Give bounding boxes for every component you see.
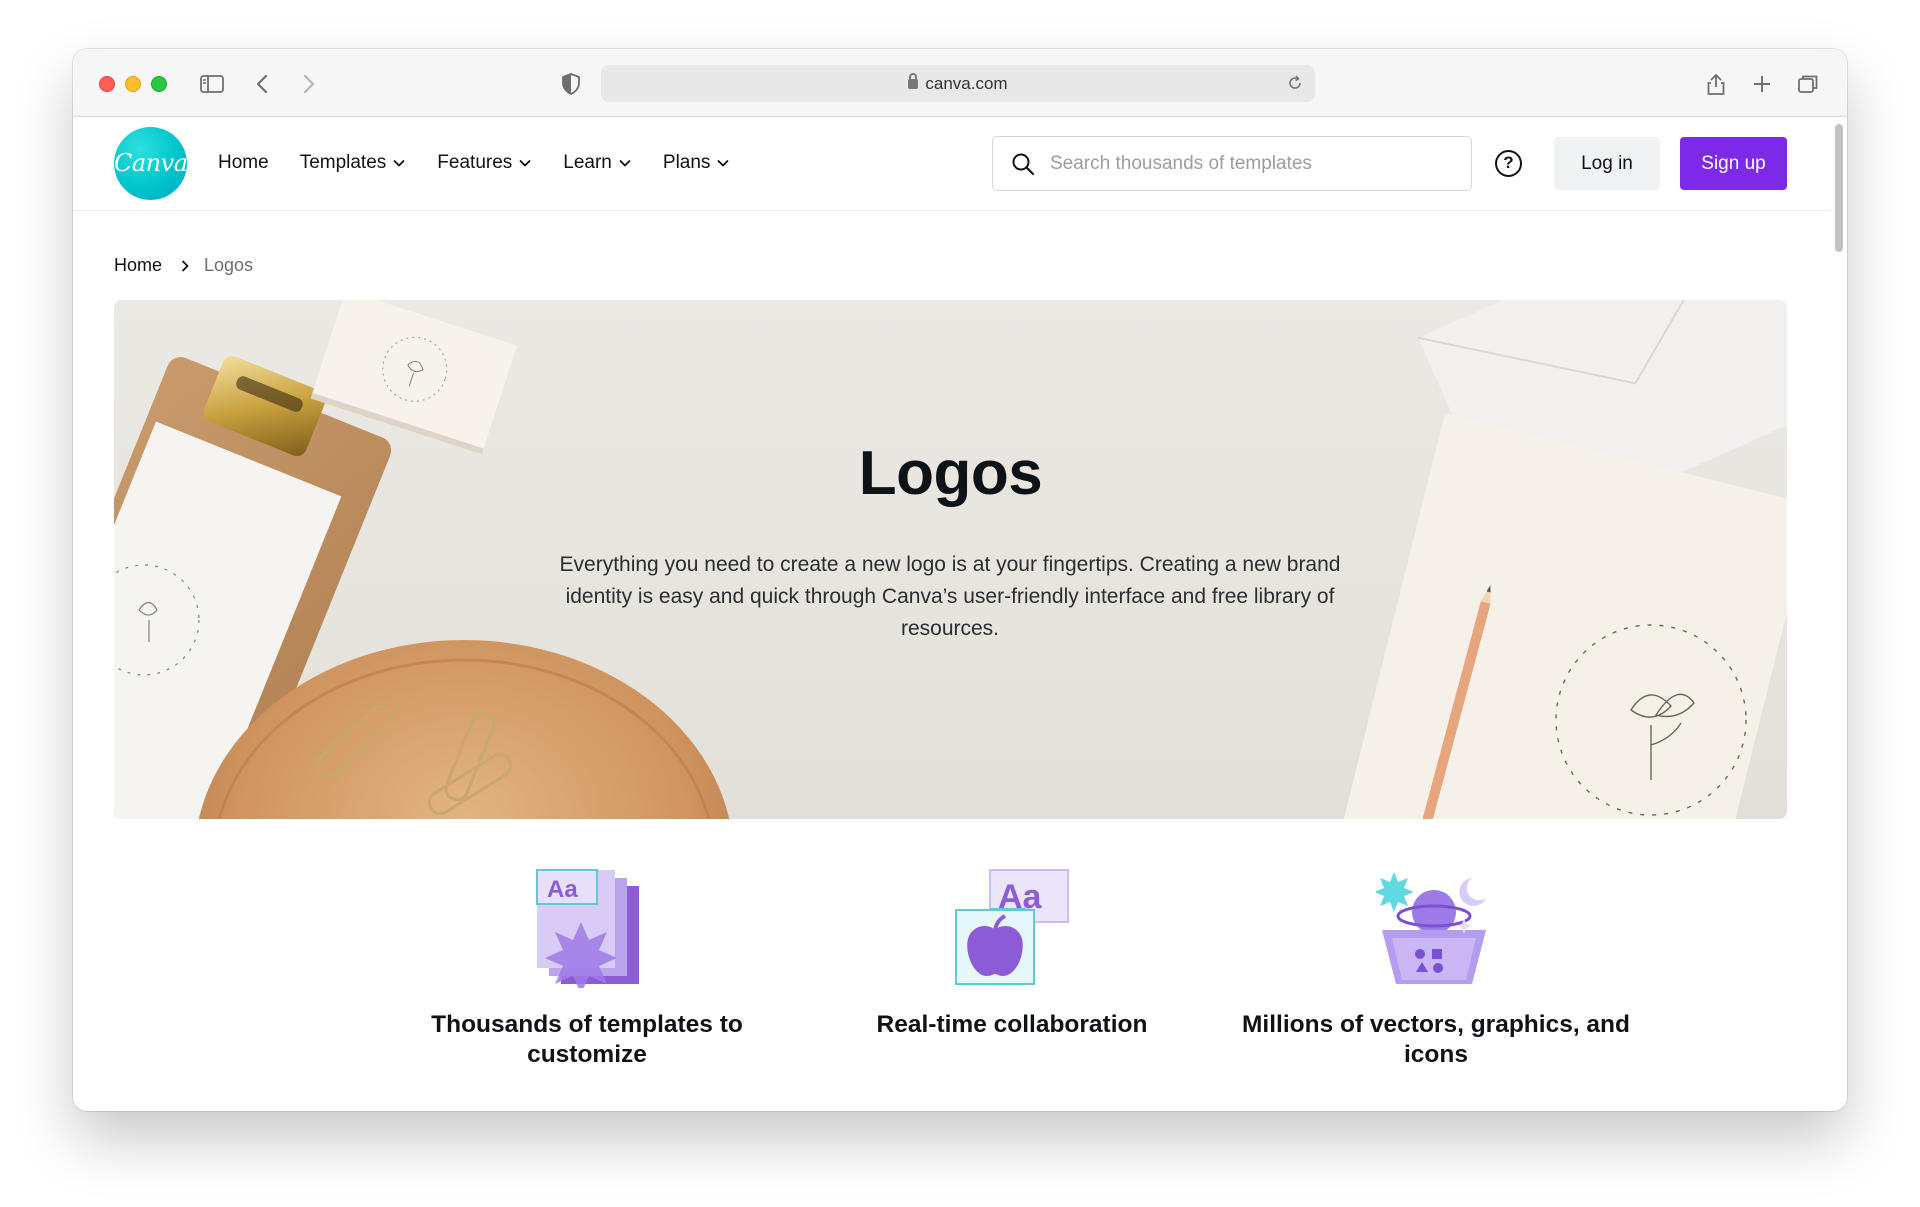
new-tab-icon[interactable] xyxy=(1749,71,1775,97)
site-header: Canva Home Templates Features Learn Plan… xyxy=(73,118,1831,211)
share-icon[interactable] xyxy=(1703,71,1729,97)
template-search[interactable] xyxy=(992,136,1472,191)
breadcrumb-current: Logos xyxy=(204,255,254,275)
sidebar-toggle-icon[interactable] xyxy=(199,71,225,97)
hero-description: Everything you need to create a new logo… xyxy=(559,553,1341,640)
nav-home[interactable]: Home xyxy=(218,152,269,174)
close-window-button[interactable] xyxy=(99,76,115,92)
nav-plans[interactable]: Plans xyxy=(663,152,731,174)
nav-home-label: Home xyxy=(218,152,269,173)
feature-graphics: Millions of vectors, graphics, and icons xyxy=(1236,868,1636,1070)
minimize-window-button[interactable] xyxy=(125,76,141,92)
nav-learn[interactable]: Learn xyxy=(563,152,632,174)
reload-icon[interactable] xyxy=(1285,73,1305,93)
forward-icon[interactable] xyxy=(295,71,321,97)
feature-title: Thousands of templates to customize xyxy=(431,1011,743,1068)
web-page: Canva Home Templates Features Learn Plan… xyxy=(73,118,1847,1111)
chevron-down-icon xyxy=(716,156,730,170)
nav-templates-label: Templates xyxy=(299,152,387,173)
lock-icon xyxy=(908,73,919,89)
zoom-window-button[interactable] xyxy=(151,76,167,92)
privacy-shield-icon[interactable] xyxy=(558,71,584,97)
feature-title: Real-time collaboration xyxy=(876,1011,1148,1038)
graphics-icon xyxy=(1376,868,1496,988)
address-bar[interactable]: canva.com xyxy=(601,65,1315,102)
search-input[interactable] xyxy=(1050,149,1450,179)
chevron-down-icon xyxy=(392,156,406,170)
help-icon[interactable]: ? xyxy=(1495,150,1522,177)
nav-learn-label: Learn xyxy=(563,152,612,173)
browser-toolbar: canva.com xyxy=(73,49,1847,117)
feature-templates: Aa Thousands of templates to customize xyxy=(387,868,787,1070)
breadcrumb-home[interactable]: Home xyxy=(114,255,162,276)
templates-icon: Aa xyxy=(527,868,647,988)
browser-window: canva.com Canva Home Templates Features … xyxy=(73,49,1847,1111)
nav-features-label: Features xyxy=(437,152,513,173)
nav-features[interactable]: Features xyxy=(437,152,532,174)
hero-banner: Logos Everything you need to create a ne… xyxy=(114,300,1787,819)
collaboration-icon: Aa xyxy=(952,868,1072,988)
scrollbar[interactable] xyxy=(1835,124,1843,252)
canva-logo[interactable]: Canva xyxy=(114,127,188,200)
svg-text:Aa: Aa xyxy=(547,876,578,903)
chevron-right-icon xyxy=(178,259,192,273)
breadcrumb: Home Logos xyxy=(114,255,253,276)
nav-plans-label: Plans xyxy=(662,152,711,173)
feature-collaboration: Aa Real-time collaboration xyxy=(812,868,1212,1040)
url-text: canva.com xyxy=(601,73,1315,94)
main-nav: Home Templates Features Learn Plans xyxy=(218,152,761,174)
tab-overview-icon[interactable] xyxy=(1795,71,1821,97)
back-icon[interactable] xyxy=(250,71,276,97)
page-title: Logos xyxy=(858,439,1043,508)
login-button[interactable]: Log in xyxy=(1554,137,1660,190)
search-icon xyxy=(1011,152,1035,176)
nav-templates[interactable]: Templates xyxy=(300,152,407,174)
chevron-down-icon xyxy=(618,156,632,170)
chevron-down-icon xyxy=(518,156,532,170)
signup-button[interactable]: Sign up xyxy=(1680,137,1787,190)
feature-title: Millions of vectors, graphics, and icons xyxy=(1242,1011,1630,1068)
